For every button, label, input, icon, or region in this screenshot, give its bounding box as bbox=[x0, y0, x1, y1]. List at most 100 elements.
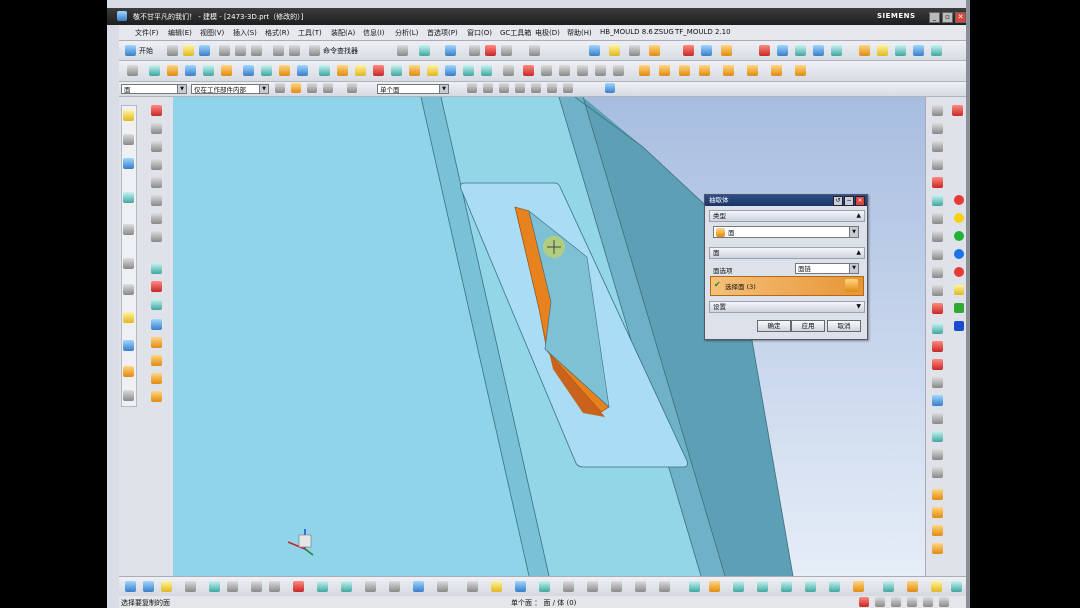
menu-insert[interactable]: 插入(S) bbox=[233, 28, 257, 38]
mirror-face-icon[interactable] bbox=[365, 581, 376, 592]
paste-icon[interactable] bbox=[251, 45, 262, 56]
hb-icon-1[interactable] bbox=[733, 581, 744, 592]
input-method-icon[interactable] bbox=[859, 597, 869, 607]
copy-face-icon[interactable] bbox=[317, 581, 328, 592]
subtract-icon[interactable] bbox=[279, 65, 290, 76]
chamfer-icon[interactable] bbox=[337, 65, 348, 76]
forward-icon[interactable] bbox=[269, 581, 280, 592]
iso-view-icon[interactable] bbox=[932, 159, 943, 170]
select-face-row[interactable]: ✔ 选择面 (3) bbox=[710, 276, 864, 296]
join-curve-icon[interactable] bbox=[151, 231, 162, 242]
measure-distance-icon[interactable] bbox=[932, 303, 943, 314]
swept-icon[interactable] bbox=[151, 319, 162, 330]
face-section-header[interactable]: 面 ▲ bbox=[709, 247, 865, 259]
show-hide-icon[interactable] bbox=[932, 377, 943, 388]
pattern-icon[interactable] bbox=[409, 65, 420, 76]
menu-zsug[interactable]: ZSUG bbox=[654, 28, 674, 36]
rotate-icon[interactable] bbox=[932, 213, 943, 224]
circle-icon[interactable] bbox=[151, 177, 162, 188]
line-tool-icon[interactable] bbox=[151, 123, 162, 134]
parting-icon[interactable] bbox=[679, 65, 690, 76]
right-view-icon[interactable] bbox=[932, 141, 943, 152]
green-color-icon[interactable] bbox=[954, 231, 964, 241]
curve-icon[interactable] bbox=[541, 65, 552, 76]
constraint-navigator-icon[interactable] bbox=[123, 134, 134, 145]
menu-window[interactable]: 窗口(O) bbox=[467, 28, 492, 38]
command-finder-button[interactable]: 命令查找器 bbox=[323, 46, 358, 56]
pattern-face-icon[interactable] bbox=[389, 581, 400, 592]
assembly-navigator-icon[interactable] bbox=[123, 110, 134, 121]
snap-midpoint-icon[interactable] bbox=[483, 83, 493, 93]
project-curve-icon[interactable] bbox=[595, 65, 606, 76]
line-icon[interactable] bbox=[559, 65, 570, 76]
close-dialog-icon[interactable]: ✕ bbox=[855, 196, 865, 206]
redo-icon[interactable] bbox=[289, 45, 300, 56]
part-icon[interactable] bbox=[759, 45, 770, 56]
sew-icon[interactable] bbox=[913, 45, 924, 56]
arc-tool-icon[interactable] bbox=[151, 141, 162, 152]
hb-icon-4[interactable] bbox=[805, 581, 816, 592]
find-icon[interactable] bbox=[539, 581, 550, 592]
blue-color-icon[interactable] bbox=[954, 249, 964, 259]
attributes-icon[interactable] bbox=[659, 581, 670, 592]
part-navigator-icon[interactable] bbox=[123, 158, 134, 169]
system-scenes-icon[interactable] bbox=[123, 366, 134, 377]
copy-icon[interactable] bbox=[235, 45, 246, 56]
face-select-icon[interactable] bbox=[209, 581, 220, 592]
boss-icon[interactable] bbox=[203, 65, 214, 76]
start-button[interactable]: 开始 bbox=[139, 46, 153, 56]
wcs-dynamic-icon[interactable] bbox=[932, 467, 943, 478]
front-view-icon[interactable] bbox=[932, 105, 943, 116]
shaded-view-icon[interactable] bbox=[445, 45, 456, 56]
snap-endpoint-icon[interactable] bbox=[467, 83, 477, 93]
command-finder-icon[interactable] bbox=[309, 45, 320, 56]
intersect-icon[interactable] bbox=[297, 65, 308, 76]
hb-icon-7[interactable] bbox=[883, 581, 894, 592]
mould-wizard-icon[interactable] bbox=[639, 65, 650, 76]
new-file-icon[interactable] bbox=[167, 45, 178, 56]
red-sphere-icon[interactable] bbox=[954, 267, 964, 277]
wireframe-icon[interactable] bbox=[932, 177, 943, 188]
color-icon[interactable] bbox=[952, 105, 963, 116]
face-option-select[interactable]: 面链 ▼ bbox=[795, 263, 859, 274]
menu-format[interactable]: 格式(R) bbox=[265, 28, 289, 38]
pan-icon[interactable] bbox=[932, 231, 943, 242]
reset-icon[interactable]: ↺ bbox=[833, 196, 843, 206]
wave-linker-icon[interactable] bbox=[563, 581, 574, 592]
top-view-icon[interactable] bbox=[932, 123, 943, 134]
hb-icon-6[interactable] bbox=[853, 581, 864, 592]
open-folder-icon[interactable] bbox=[183, 45, 194, 56]
slider-icon[interactable] bbox=[699, 65, 710, 76]
type-select[interactable]: 面 ▼ bbox=[713, 226, 859, 238]
snap-icon[interactable] bbox=[125, 581, 136, 592]
gate-icon[interactable] bbox=[932, 543, 943, 554]
layer-move-icon[interactable] bbox=[689, 581, 700, 592]
move-face-icon[interactable] bbox=[777, 45, 788, 56]
zoom-icon[interactable] bbox=[932, 249, 943, 260]
reuse-library-icon[interactable] bbox=[123, 192, 134, 203]
system-material-icon[interactable] bbox=[123, 284, 134, 295]
replace-face-icon[interactable] bbox=[813, 45, 824, 56]
minimize-icon[interactable]: _ bbox=[929, 12, 940, 23]
menu-electrode[interactable]: 电极(D) bbox=[535, 28, 560, 38]
sketch-icon[interactable] bbox=[127, 65, 138, 76]
type-section-header[interactable]: 类型 ▲ bbox=[709, 210, 865, 222]
trim-body-icon[interactable] bbox=[877, 45, 888, 56]
menu-assembly[interactable]: 装配(A) bbox=[331, 28, 355, 38]
mirror-icon[interactable] bbox=[391, 65, 402, 76]
enlarge-icon[interactable] bbox=[151, 391, 162, 402]
spline-icon[interactable] bbox=[151, 159, 162, 170]
mould-base-icon[interactable] bbox=[932, 507, 943, 518]
rib-icon[interactable] bbox=[243, 65, 254, 76]
cooling-icon[interactable] bbox=[747, 65, 758, 76]
ufo-icon[interactable] bbox=[709, 581, 720, 592]
point-constructor-icon[interactable] bbox=[143, 581, 154, 592]
mould-tool-icon[interactable] bbox=[721, 45, 732, 56]
web-browser-icon[interactable] bbox=[123, 224, 134, 235]
move-object-icon[interactable] bbox=[932, 413, 943, 424]
language-icon[interactable] bbox=[875, 597, 885, 607]
law-extension-icon[interactable] bbox=[151, 373, 162, 384]
apply-button[interactable]: 应用 bbox=[791, 320, 825, 332]
deselect-icon[interactable] bbox=[307, 83, 317, 93]
edge-display-icon[interactable] bbox=[485, 45, 496, 56]
